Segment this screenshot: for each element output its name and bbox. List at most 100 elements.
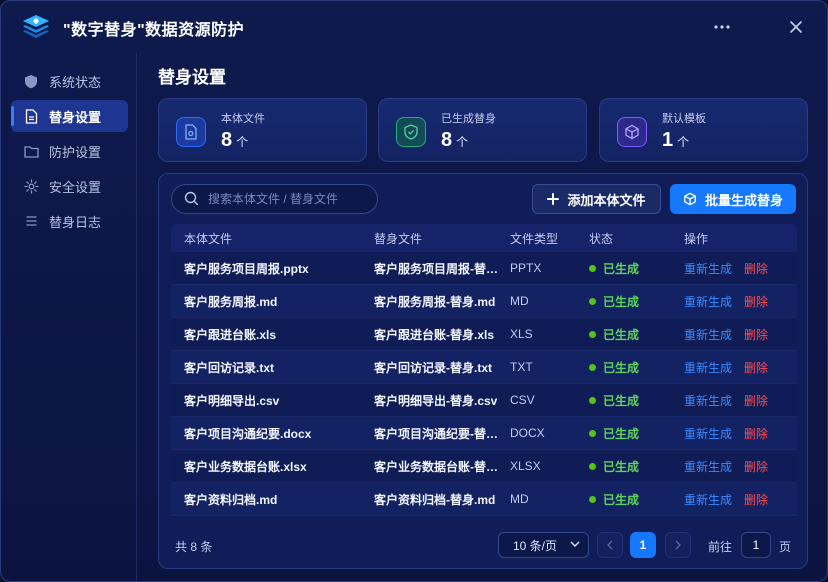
goto-page-input[interactable] bbox=[741, 532, 771, 558]
file-type-cell: CSV bbox=[510, 393, 535, 407]
page-number-button[interactable]: 1 bbox=[630, 532, 656, 558]
regenerate-link[interactable]: 重新生成 bbox=[684, 326, 732, 343]
regenerate-link[interactable]: 重新生成 bbox=[684, 458, 732, 475]
close-icon[interactable] bbox=[784, 15, 808, 39]
gear-icon bbox=[23, 178, 39, 194]
status-badge: 已生成 bbox=[589, 351, 669, 383]
page-title: 替身设置 bbox=[158, 68, 226, 87]
actions-cell: 重新生成 删除 bbox=[684, 417, 794, 449]
source-file-cell: 客户明细导出.csv bbox=[184, 393, 280, 408]
status-badge: 已生成 bbox=[589, 285, 669, 317]
batch-generate-button[interactable]: 批量生成替身 bbox=[670, 184, 796, 214]
status-text: 已生成 bbox=[603, 360, 640, 375]
sidebar-item-replica-settings[interactable]: 替身设置 bbox=[11, 100, 128, 132]
goto-label: 前往 bbox=[708, 540, 733, 554]
sidebar-item-system-status[interactable]: 系统状态 bbox=[11, 65, 128, 97]
status-dot-icon bbox=[589, 396, 596, 404]
file-type-cell: MD bbox=[510, 294, 529, 308]
app-title: "数字替身"数据资源防护 bbox=[63, 22, 245, 39]
delete-link[interactable]: 删除 bbox=[744, 359, 768, 376]
regenerate-link[interactable]: 重新生成 bbox=[684, 425, 732, 442]
source-file-cell: 客户服务项目周报.pptx bbox=[184, 261, 309, 276]
regenerate-link[interactable]: 重新生成 bbox=[684, 260, 732, 277]
status-dot-icon bbox=[589, 363, 596, 371]
search-input[interactable] bbox=[208, 192, 368, 206]
regenerate-link[interactable]: 重新生成 bbox=[684, 359, 732, 376]
file-type-cell: PPTX bbox=[510, 261, 542, 275]
more-icon[interactable] bbox=[710, 15, 734, 39]
sidebar-item-replica-log[interactable]: 替身日志 bbox=[11, 205, 128, 237]
stat-label: 本体文件 bbox=[221, 113, 265, 125]
table-row: 客户业务数据台账.xlsx 客户业务数据台账-替… XLSX 已生成 重新生成 删除 bbox=[171, 450, 797, 483]
status-text: 已生成 bbox=[603, 492, 640, 507]
chevron-down-icon bbox=[570, 541, 580, 547]
status-badge: 已生成 bbox=[589, 384, 669, 416]
status-dot-icon bbox=[589, 495, 596, 503]
column-header: 操作 bbox=[684, 231, 709, 246]
actions-cell: 重新生成 删除 bbox=[684, 483, 794, 515]
prev-page-button[interactable] bbox=[597, 532, 623, 558]
source-file-cell: 客户业务数据台账.xlsx bbox=[184, 459, 307, 474]
stat-card-replicas: 已生成替身 8个 bbox=[378, 98, 587, 162]
status-text: 已生成 bbox=[603, 327, 640, 342]
column-header: 本体文件 bbox=[184, 231, 233, 246]
app-window: "数字替身"数据资源防护 系统状态 替身设置 防护设置 安全设置 替身日志 替身… bbox=[0, 0, 828, 582]
file-type-cell: TXT bbox=[510, 360, 533, 374]
replica-file-cell: 客户回访记录-替身.txt bbox=[374, 360, 492, 375]
status-dot-icon bbox=[589, 462, 596, 470]
table-row: 客户明细导出.csv 客户明细导出-替身.csv CSV 已生成 重新生成 删除 bbox=[171, 384, 797, 417]
replica-file-cell: 客户服务周报-替身.md bbox=[374, 294, 496, 309]
delete-link[interactable]: 删除 bbox=[744, 392, 768, 409]
folder-icon bbox=[23, 143, 39, 159]
delete-link[interactable]: 删除 bbox=[744, 326, 768, 343]
status-dot-icon bbox=[589, 429, 596, 437]
add-source-file-label: 添加本体文件 bbox=[567, 192, 646, 208]
file-type-cell: XLS bbox=[510, 327, 533, 341]
actions-cell: 重新生成 删除 bbox=[684, 351, 794, 383]
cube-icon bbox=[683, 192, 697, 206]
table-row: 客户服务周报.md 客户服务周报-替身.md MD 已生成 重新生成 删除 bbox=[171, 285, 797, 318]
replica-file-cell: 客户服务项目周报-替… bbox=[374, 261, 498, 276]
sidebar-item-protection-settings[interactable]: 防护设置 bbox=[11, 135, 128, 167]
next-page-button[interactable] bbox=[665, 532, 691, 558]
status-badge: 已生成 bbox=[589, 483, 669, 515]
plus-icon bbox=[547, 193, 560, 205]
title-bar: "数字替身"数据资源防护 bbox=[1, 1, 827, 53]
file-table: 本体文件 替身文件 文件类型 状态 操作 客户服务项目周报.pptx 客户服务项目… bbox=[171, 224, 797, 516]
table-row: 客户跟进台账.xls 客户跟进台账-替身.xls XLS 已生成 重新生成 删除 bbox=[171, 318, 797, 351]
regenerate-link[interactable]: 重新生成 bbox=[684, 293, 732, 310]
add-source-file-button[interactable]: 添加本体文件 bbox=[532, 184, 661, 214]
replica-file-cell: 客户资料归档-替身.md bbox=[374, 492, 496, 507]
status-dot-icon bbox=[589, 297, 596, 305]
delete-link[interactable]: 删除 bbox=[744, 425, 768, 442]
file-icon bbox=[23, 108, 39, 124]
file-type-cell: XLSX bbox=[510, 459, 541, 473]
file-type-cell: MD bbox=[510, 492, 529, 506]
sidebar-item-security-settings[interactable]: 安全设置 bbox=[11, 170, 128, 202]
status-dot-icon bbox=[589, 330, 596, 338]
status-text: 已生成 bbox=[603, 294, 640, 309]
sidebar: 系统状态 替身设置 防护设置 安全设置 替身日志 bbox=[1, 53, 137, 581]
replica-file-cell: 客户跟进台账-替身.xls bbox=[374, 327, 495, 342]
actions-cell: 重新生成 删除 bbox=[684, 384, 794, 416]
regenerate-link[interactable]: 重新生成 bbox=[684, 392, 732, 409]
stat-value: 8个 bbox=[221, 129, 249, 151]
column-header: 状态 bbox=[589, 231, 614, 246]
page-size-select[interactable]: 10 条/页 bbox=[498, 532, 589, 558]
column-header: 文件类型 bbox=[510, 231, 559, 246]
replica-file-cell: 客户业务数据台账-替… bbox=[374, 459, 498, 474]
actions-cell: 重新生成 删除 bbox=[684, 252, 794, 284]
sidebar-item-label: 系统状态 bbox=[49, 74, 102, 90]
app-logo-icon bbox=[21, 13, 51, 39]
delete-link[interactable]: 删除 bbox=[744, 491, 768, 508]
delete-link[interactable]: 删除 bbox=[744, 293, 768, 310]
delete-link[interactable]: 删除 bbox=[744, 260, 768, 277]
stat-value: 1个 bbox=[662, 129, 690, 151]
status-badge: 已生成 bbox=[589, 252, 669, 284]
regenerate-link[interactable]: 重新生成 bbox=[684, 491, 732, 508]
delete-link[interactable]: 删除 bbox=[744, 458, 768, 475]
sidebar-item-label: 替身设置 bbox=[49, 109, 102, 125]
stat-label: 默认模板 bbox=[662, 113, 706, 125]
table-body: 客户服务项目周报.pptx 客户服务项目周报-替… PPTX 已生成 重新生成 删除 客户服… bbox=[171, 252, 797, 516]
table-header: 本体文件 替身文件 文件类型 状态 操作 bbox=[171, 224, 797, 252]
